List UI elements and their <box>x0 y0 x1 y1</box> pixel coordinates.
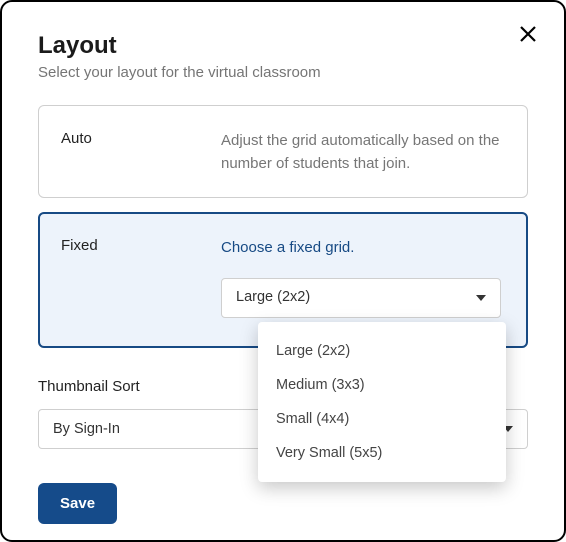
layout-option-fixed-description: Choose a fixed grid. <box>221 237 505 260</box>
layout-dialog: Layout Select your layout for the virtua… <box>0 0 566 542</box>
grid-size-dropdown: Large (2x2) Medium (3x3) Small (4x4) Ver… <box>258 322 506 482</box>
dialog-title: Layout <box>38 32 528 60</box>
grid-size-option[interactable]: Medium (3x3) <box>258 368 506 402</box>
grid-size-option[interactable]: Small (4x4) <box>258 402 506 436</box>
layout-option-auto[interactable]: Auto Adjust the grid automatically based… <box>38 105 528 198</box>
thumbnail-sort-select-value: By Sign-In <box>53 421 120 437</box>
close-icon <box>519 25 537 48</box>
layout-option-fixed-label: Fixed <box>61 237 221 318</box>
save-button-label: Save <box>60 495 95 512</box>
layout-option-auto-label: Auto <box>61 130 221 175</box>
grid-size-option[interactable]: Large (2x2) <box>258 334 506 368</box>
grid-size-option[interactable]: Very Small (5x5) <box>258 436 506 470</box>
grid-size-select[interactable]: Large (2x2) <box>221 278 501 318</box>
caret-down-icon <box>476 295 486 301</box>
close-button[interactable] <box>516 24 540 48</box>
dialog-subtitle: Select your layout for the virtual class… <box>38 64 528 81</box>
layout-option-auto-description: Adjust the grid automatically based on t… <box>221 130 505 175</box>
grid-size-select-value: Large (2x2) <box>236 287 310 309</box>
save-button[interactable]: Save <box>38 483 117 524</box>
